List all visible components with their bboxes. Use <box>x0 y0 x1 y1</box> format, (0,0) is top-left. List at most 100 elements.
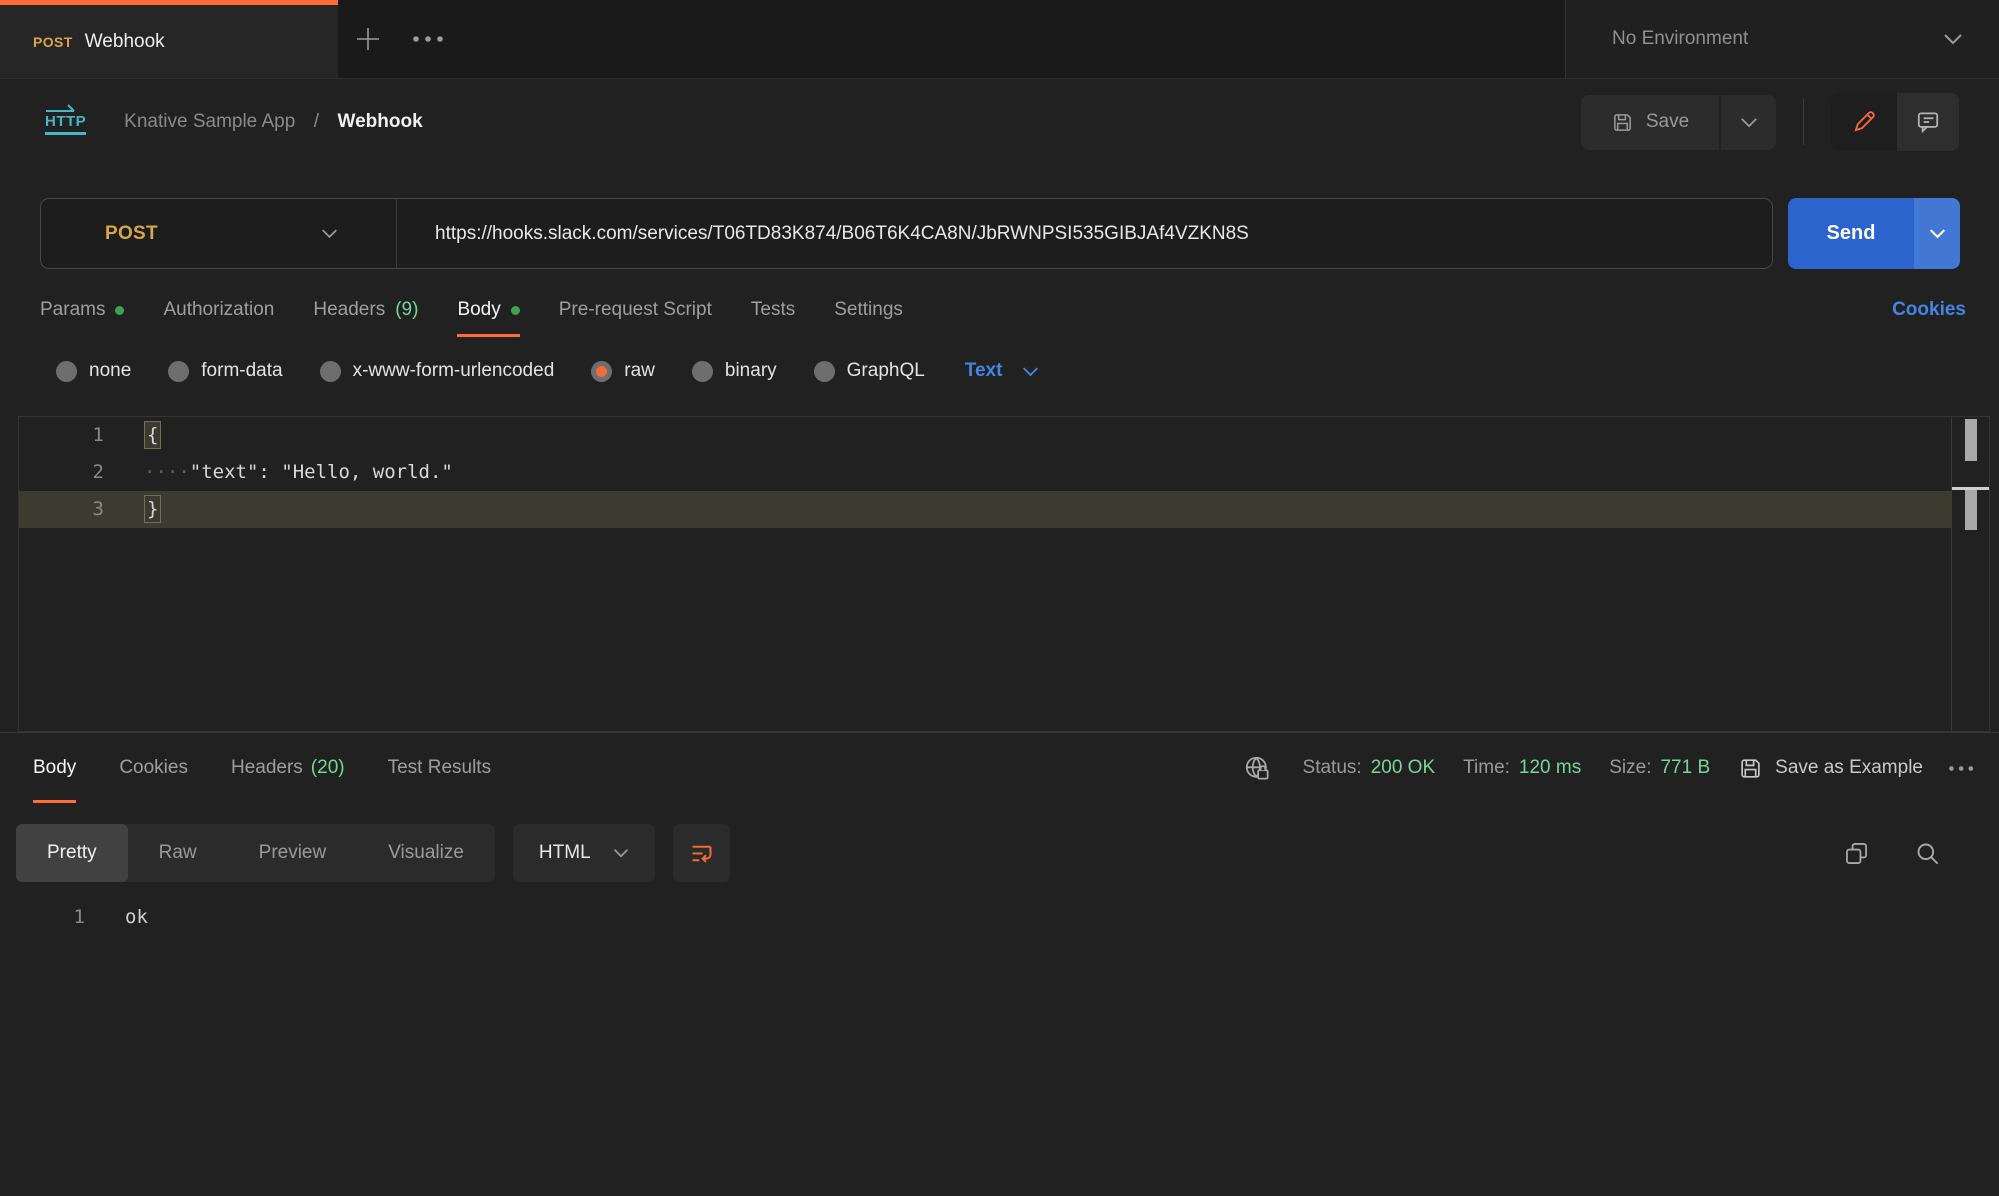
open-brace: { <box>144 421 161 449</box>
method-label: POST <box>105 223 158 245</box>
body-mode-row: none form-data x-www-form-urlencoded raw… <box>56 360 1999 382</box>
view-preview[interactable]: Preview <box>228 824 358 882</box>
response-format-label: HTML <box>539 842 591 864</box>
environment-label: No Environment <box>1612 28 1748 50</box>
radio-icon <box>320 361 341 382</box>
response-body[interactable]: 1 ok <box>0 899 1999 936</box>
send-options-button[interactable] <box>1914 198 1960 269</box>
response-headers-count: (20) <box>311 757 345 779</box>
response-actions <box>1843 840 1941 867</box>
save-options-button[interactable] <box>1721 95 1776 150</box>
mode-raw[interactable]: raw <box>591 360 655 382</box>
pencil-icon <box>1851 109 1877 135</box>
tab-params-label: Params <box>40 299 105 321</box>
http-protocol-icon: HTTP <box>45 113 86 131</box>
mode-binary-label: binary <box>725 360 777 382</box>
editor-overview-ruler[interactable] <box>1951 417 1989 731</box>
request-header: HTTP Knative Sample App / Webhook Save <box>0 79 1999 165</box>
breadcrumb-request-name[interactable]: Webhook <box>337 111 422 132</box>
method-select[interactable]: POST <box>41 199 397 268</box>
json-text-property: "text": "Hello, world." <box>190 461 453 483</box>
tab-body-label: Body <box>457 299 500 321</box>
more-dots-icon <box>411 34 445 44</box>
size-pair: Size: 771 B <box>1609 757 1710 779</box>
url-input[interactable] <box>397 199 1772 268</box>
breadcrumb: Knative Sample App / Webhook <box>124 111 422 133</box>
search-icon[interactable] <box>1914 840 1941 867</box>
editor-line-current: 3 } <box>19 491 1989 528</box>
tab-params[interactable]: Params <box>40 299 124 334</box>
tab-headers[interactable]: Headers (9) <box>313 299 418 334</box>
save-as-example-button[interactable]: Save as Example <box>1738 756 1923 781</box>
mode-urlencoded[interactable]: x-www-form-urlencoded <box>320 360 555 382</box>
request-tabs: Params Authorization Headers (9) Body Pr… <box>40 299 1966 337</box>
response-tab-cookies[interactable]: Cookies <box>119 733 188 803</box>
view-raw[interactable]: Raw <box>128 824 228 882</box>
tab-body[interactable]: Body <box>457 299 519 337</box>
cookies-link[interactable]: Cookies <box>1892 299 1966 321</box>
response-tab-headers[interactable]: Headers (20) <box>231 733 345 803</box>
line-number: 3 <box>19 491 114 528</box>
edit-description-button[interactable] <box>1831 93 1897 151</box>
mode-form-data[interactable]: form-data <box>168 360 282 382</box>
comments-button[interactable] <box>1897 93 1959 151</box>
tab-authorization-label: Authorization <box>163 299 274 321</box>
request-tab[interactable]: POST Webhook <box>0 0 338 78</box>
mode-graphql[interactable]: GraphQL <box>814 360 925 382</box>
line-number: 1 <box>19 417 114 454</box>
response-options-button[interactable] <box>1947 764 1977 773</box>
response-text: ok <box>95 899 148 936</box>
header-divider <box>1803 99 1804 145</box>
mode-none[interactable]: none <box>56 360 131 382</box>
chevron-down-icon <box>1022 366 1039 377</box>
raw-type-select[interactable]: Text <box>965 360 1040 382</box>
mode-binary[interactable]: binary <box>692 360 777 382</box>
close-brace: } <box>144 495 161 523</box>
response-section: Body Cookies Headers (20) Test Results S… <box>0 732 1999 936</box>
environment-selector[interactable]: No Environment <box>1566 0 1999 78</box>
time-value: 120 ms <box>1519 757 1581 779</box>
tab-prerequest-script[interactable]: Pre-request Script <box>559 299 712 334</box>
mode-raw-label: raw <box>624 360 655 382</box>
status-label: Status: <box>1303 757 1362 779</box>
tab-tests-label: Tests <box>751 299 795 321</box>
send-group: Send <box>1788 198 1960 269</box>
radio-icon <box>814 361 835 382</box>
floppy-disk-icon <box>1738 756 1763 781</box>
tab-options-button[interactable] <box>398 0 458 78</box>
view-visualize[interactable]: Visualize <box>357 824 495 882</box>
copy-icon[interactable] <box>1843 840 1870 867</box>
response-meta: Status: 200 OK Time: 120 ms Size: 771 B … <box>1242 753 1983 784</box>
editor-line: 2 ····"text": "Hello, world." <box>19 454 1989 491</box>
response-format-select[interactable]: HTML <box>513 824 655 882</box>
wrap-lines-button[interactable] <box>673 824 730 882</box>
mode-graphql-label: GraphQL <box>847 360 925 382</box>
chevron-down-icon <box>1929 228 1946 239</box>
status-pair: Status: 200 OK <box>1303 757 1436 779</box>
plus-icon <box>353 24 383 54</box>
whitespace-dots: ···· <box>144 461 190 483</box>
breadcrumb-separator: / <box>314 111 319 132</box>
send-button[interactable]: Send <box>1788 198 1914 269</box>
response-tab-test-results[interactable]: Test Results <box>388 733 491 803</box>
scrollbar-thumb[interactable] <box>1965 419 1977 461</box>
network-globe-lock-icon[interactable] <box>1242 753 1273 784</box>
mode-none-label: none <box>89 360 131 382</box>
tab-prerequest-label: Pre-request Script <box>559 299 712 321</box>
tab-tests[interactable]: Tests <box>751 299 795 334</box>
cursor-marker-bar <box>1965 490 1977 530</box>
save-button[interactable]: Save <box>1581 95 1719 150</box>
breadcrumb-collection[interactable]: Knative Sample App <box>124 111 295 132</box>
response-tab-body[interactable]: Body <box>33 733 76 803</box>
new-tab-button[interactable] <box>338 0 398 78</box>
response-header: Body Cookies Headers (20) Test Results S… <box>0 733 1999 803</box>
chevron-down-icon <box>613 848 629 858</box>
request-body-editor[interactable]: 1 { 2 ····"text": "Hello, world." 3 } <box>18 416 1990 732</box>
tab-settings[interactable]: Settings <box>834 299 903 334</box>
tab-authorization[interactable]: Authorization <box>163 299 274 334</box>
url-bar: POST <box>40 198 1773 269</box>
radio-icon <box>56 361 77 382</box>
time-pair: Time: 120 ms <box>1463 757 1581 779</box>
view-pretty[interactable]: Pretty <box>16 824 128 882</box>
editor-line: 1 { <box>19 417 1989 454</box>
